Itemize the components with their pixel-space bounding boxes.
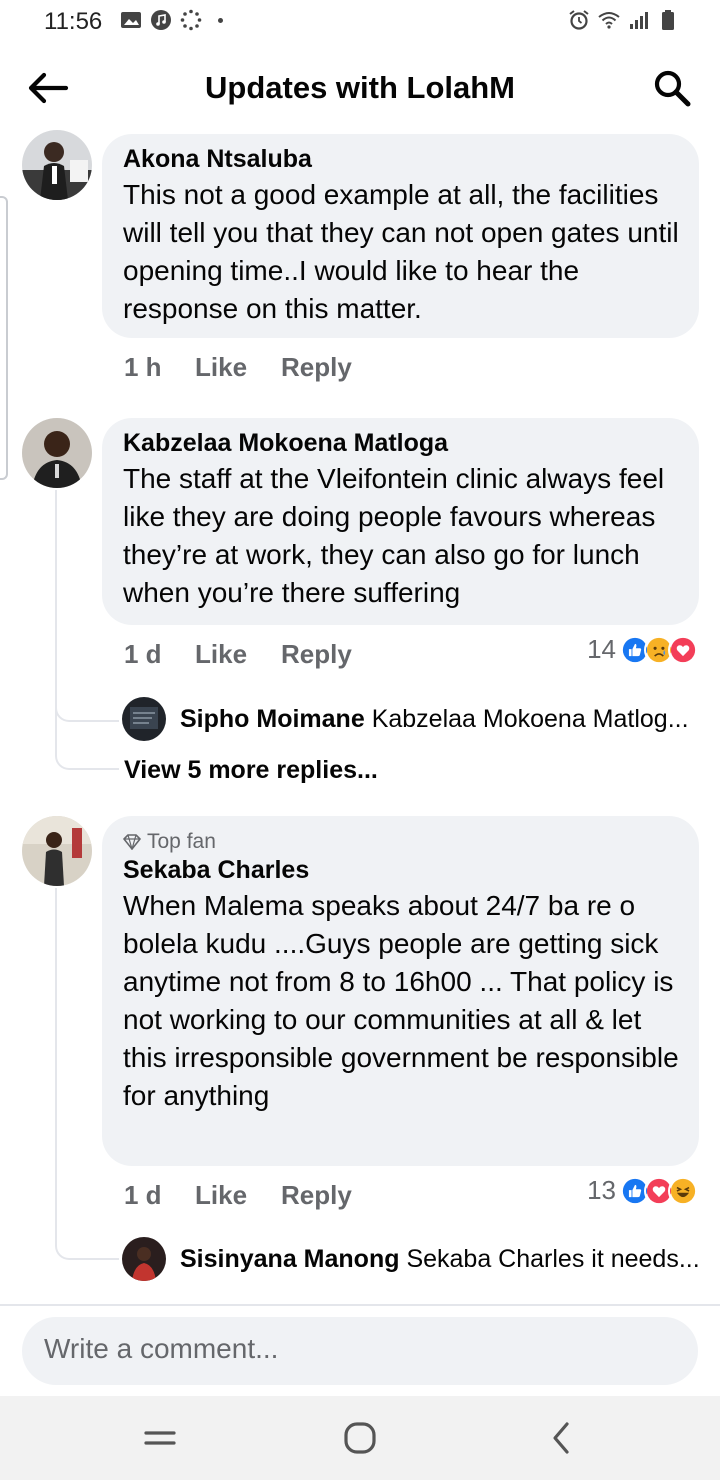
thread-connector: [55, 1238, 119, 1260]
status-time: 11:56: [44, 8, 103, 35]
reaction-count: 13: [587, 1175, 616, 1205]
comment-bubble[interactable]: Kabzelaa Mokoena Matloga The staff at th…: [102, 418, 699, 625]
profile-photo: [22, 130, 92, 200]
comment-bubble[interactable]: Top fan Sekaba Charles When Malema speak…: [102, 816, 699, 1166]
page-title: Updates with LolahM: [205, 70, 515, 105]
avatar[interactable]: [122, 697, 166, 741]
comment-author[interactable]: Akona Ntsaluba: [123, 144, 679, 174]
profile-photo: [22, 418, 92, 488]
recent-apps-icon[interactable]: [138, 1418, 182, 1458]
home-icon[interactable]: [338, 1418, 382, 1458]
comment-text: This not a good example at all, the faci…: [123, 179, 679, 324]
reply-button[interactable]: Reply: [281, 352, 352, 383]
reply-author[interactable]: Sipho Moimane: [180, 705, 365, 733]
diamond-icon: [123, 834, 141, 850]
reaction-count: 14: [587, 634, 616, 664]
system-nav-bar: [0, 1396, 720, 1480]
status-bar: 11:56: [0, 0, 720, 44]
haha-icon: [668, 1175, 698, 1206]
music-icon: [151, 10, 171, 30]
reply-author[interactable]: Sisinyana Manong: [180, 1245, 399, 1273]
battery-icon: [662, 10, 674, 30]
top-fan-badge: Top fan: [123, 829, 679, 855]
comment-author[interactable]: Sekaba Charles: [123, 855, 679, 885]
scroll-edge-indicator: [0, 196, 8, 480]
reply-preview[interactable]: Sisinyana Manong Sekaba Charles it needs…: [180, 1245, 700, 1274]
reaction-summary[interactable]: 14: [587, 634, 698, 665]
love-icon: [668, 634, 698, 665]
back-icon[interactable]: [540, 1418, 584, 1458]
gallery-icon: [121, 12, 141, 28]
view-more-replies-link[interactable]: View 5 more replies...: [124, 756, 378, 785]
avatar[interactable]: [122, 1237, 166, 1281]
avatar[interactable]: [22, 816, 92, 886]
reply-text: Kabzelaa Mokoena Matlog...: [371, 705, 689, 733]
profile-photo: [122, 697, 166, 741]
reply-button[interactable]: Reply: [281, 639, 352, 670]
like-button[interactable]: Like: [195, 639, 247, 670]
comment-text: When Malema speaks about 24/7 ba re o bo…: [123, 890, 679, 1111]
profile-photo: [22, 816, 92, 886]
comment-time: 1 h: [124, 352, 162, 382]
like-button[interactable]: Like: [195, 352, 247, 383]
comment-actions: 1 h Like Reply: [124, 352, 424, 386]
comment-time: 1 d: [124, 639, 162, 669]
comment-actions: 1 d Like Reply: [124, 639, 424, 673]
loading-icon: [180, 9, 202, 31]
comment-input[interactable]: Write a comment...: [22, 1317, 698, 1385]
notification-dot: [218, 17, 223, 23]
comment-bubble[interactable]: Akona Ntsaluba This not a good example a…: [102, 134, 699, 338]
reply-preview[interactable]: Sipho Moimane Kabzelaa Mokoena Matlog...: [180, 705, 689, 734]
reaction-summary[interactable]: 13: [587, 1175, 698, 1206]
signal-icon: [630, 12, 648, 29]
thread-connector: [55, 748, 119, 770]
comment-time: 1 d: [124, 1180, 162, 1210]
avatar[interactable]: [22, 130, 92, 200]
header: Updates with LolahM: [0, 48, 720, 128]
avatar[interactable]: [22, 418, 92, 488]
comment-actions: 1 d Like Reply: [124, 1180, 424, 1214]
thread-line: [55, 720, 57, 750]
divider: [0, 1304, 720, 1306]
comment-text: The staff at the Vleifontein clinic alwa…: [123, 463, 665, 608]
wifi-icon: [598, 12, 620, 29]
reply-text: Sekaba Charles it needs...: [406, 1245, 700, 1273]
comment-author[interactable]: Kabzelaa Mokoena Matloga: [123, 428, 679, 458]
reply-button[interactable]: Reply: [281, 1180, 352, 1211]
thread-line: [55, 888, 57, 1238]
profile-photo: [122, 1237, 166, 1281]
badge-label: Top fan: [147, 830, 216, 853]
search-icon[interactable]: [652, 68, 692, 108]
thread-line: [55, 490, 57, 720]
alarm-icon: [569, 10, 589, 30]
thread-connector: [55, 700, 119, 722]
like-button[interactable]: Like: [195, 1180, 247, 1211]
